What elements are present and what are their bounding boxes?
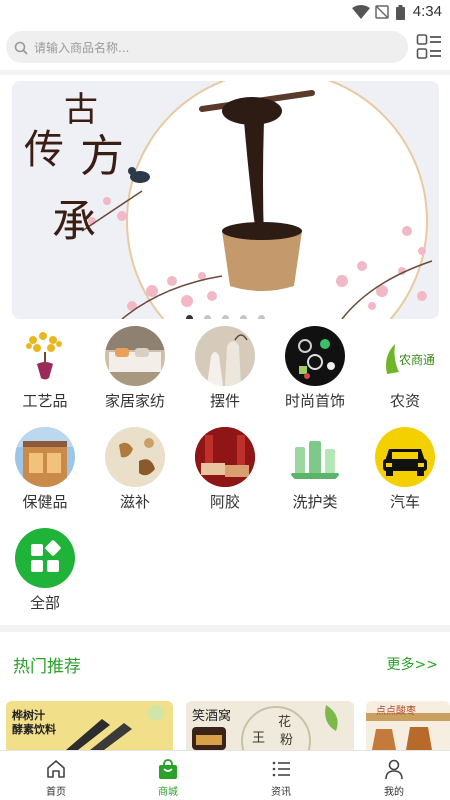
product-tag: 王 — [252, 731, 266, 746]
health-products-image — [15, 427, 75, 487]
tab-label: 资讯 — [271, 787, 291, 798]
fashion-jewelry-image — [285, 326, 345, 386]
category-crafts[interactable]: 工艺品 — [0, 326, 90, 411]
svg-text:承: 承 — [52, 196, 96, 247]
product-card[interactable]: 桦树汁 酵素饮料 — [6, 701, 173, 750]
tab-news[interactable]: 资讯 — [225, 751, 337, 800]
hot-recommendations: 热门推荐 更多>> 桦树汁 酵素饮料 笑酒窝 花 粉 王 点点酸枣 — [0, 632, 450, 750]
grid-list-icon — [416, 34, 441, 59]
carousel-dot[interactable] — [258, 315, 266, 319]
product-card[interactable]: 笑酒窝 花 粉 王 — [186, 701, 354, 750]
category-health-products[interactable]: 保健品 — [0, 427, 90, 512]
category-label: 汽车 — [389, 493, 420, 511]
tab-mall[interactable]: 商城 — [112, 751, 224, 800]
carousel-indicator — [12, 307, 439, 319]
tab-label: 商城 — [158, 787, 178, 798]
battery-icon — [396, 5, 405, 20]
category-label: 全部 — [29, 594, 60, 612]
search-bar: 请输入商品名称... — [0, 25, 450, 70]
tab-label: 我的 — [384, 787, 404, 798]
car-icon — [375, 427, 435, 487]
mall-page: 4:34 请输入商品名称... 传 古 方 承 工艺品 家居家纺 摆件 时尚首饰… — [0, 0, 450, 800]
category-donkey-gelatin[interactable]: 阿胶 — [180, 427, 270, 512]
wifi-icon — [352, 5, 370, 19]
person-icon — [385, 759, 403, 780]
home-textiles-image — [105, 326, 165, 386]
more-link[interactable]: 更多>> — [387, 654, 438, 674]
category-agri-supplies[interactable]: 农商通 农资 — [360, 326, 450, 411]
svg-text:方: 方 — [80, 131, 124, 182]
shopping-bag-icon — [159, 759, 177, 779]
carousel-dot[interactable] — [203, 315, 211, 319]
carousel-dot[interactable] — [240, 315, 248, 319]
agri-supplies-logo: 农商通 — [375, 326, 435, 386]
status-time: 4:34 — [412, 3, 442, 20]
svg-text:传: 传 — [24, 127, 64, 173]
category-label: 农资 — [389, 392, 420, 410]
category-cars[interactable]: 汽车 — [360, 427, 450, 512]
category-label: 家居家纺 — [104, 392, 165, 410]
carousel-dot[interactable] — [222, 315, 229, 319]
carousel-dot[interactable] — [185, 315, 193, 319]
svg-text:农商通: 农商通 — [399, 352, 435, 367]
tab-profile[interactable]: 我的 — [338, 751, 450, 800]
home-icon — [47, 760, 65, 778]
toiletries-image — [285, 427, 345, 487]
tonics-image — [105, 427, 165, 487]
crafts-image — [15, 326, 75, 386]
category-label: 工艺品 — [22, 392, 68, 410]
product-caption: 酵素饮料 — [12, 723, 56, 736]
product-brand: 笑酒窝 — [192, 709, 232, 724]
search-icon — [14, 40, 28, 59]
category-home-textiles[interactable]: 家居家纺 — [90, 326, 180, 411]
category-label: 洗护类 — [292, 493, 338, 511]
no-sim-icon — [375, 5, 389, 19]
category-menu-button[interactable] — [416, 33, 442, 61]
promo-banner[interactable]: 传 古 方 承 — [12, 81, 439, 319]
section-title: 热门推荐 — [13, 657, 81, 677]
product-card[interactable]: 点点酸枣 — [366, 701, 450, 750]
tab-home[interactable]: 首页 — [0, 751, 112, 800]
svg-text:古: 古 — [64, 91, 98, 130]
donkey-gelatin-image — [195, 427, 255, 487]
search-placeholder: 请输入商品名称... — [34, 41, 130, 55]
category-label: 保健品 — [22, 493, 68, 511]
category-label: 摆件 — [209, 392, 240, 410]
category-label: 时尚首饰 — [284, 392, 345, 410]
list-icon — [272, 761, 290, 777]
product-caption: 点点酸枣 — [376, 706, 416, 717]
category-all[interactable]: 全部 — [0, 528, 90, 613]
status-bar: 4:34 — [0, 0, 450, 25]
all-categories-icon — [15, 528, 75, 588]
ornaments-image — [195, 326, 255, 386]
category-label: 滋补 — [119, 493, 150, 511]
home-content: 传 古 方 承 工艺品 家居家纺 摆件 时尚首饰 农商通 农资 保健品 滋补 阿… — [0, 75, 450, 625]
category-ornaments[interactable]: 摆件 — [180, 326, 270, 411]
bottom-tab-bar: 首页 商城 资讯 我的 — [0, 750, 450, 800]
category-label: 阿胶 — [209, 493, 240, 511]
category-toiletries[interactable]: 洗护类 — [270, 427, 360, 512]
product-tag: 花 — [278, 715, 292, 730]
search-input[interactable]: 请输入商品名称... — [6, 31, 408, 63]
calligraphy-title: 传 古 方 承 — [24, 91, 124, 247]
category-fashion-jewelry[interactable]: 时尚首饰 — [270, 326, 360, 411]
product-tag: 粉 — [280, 733, 294, 748]
category-tonics[interactable]: 滋补 — [90, 427, 180, 512]
tab-label: 首页 — [46, 787, 66, 798]
